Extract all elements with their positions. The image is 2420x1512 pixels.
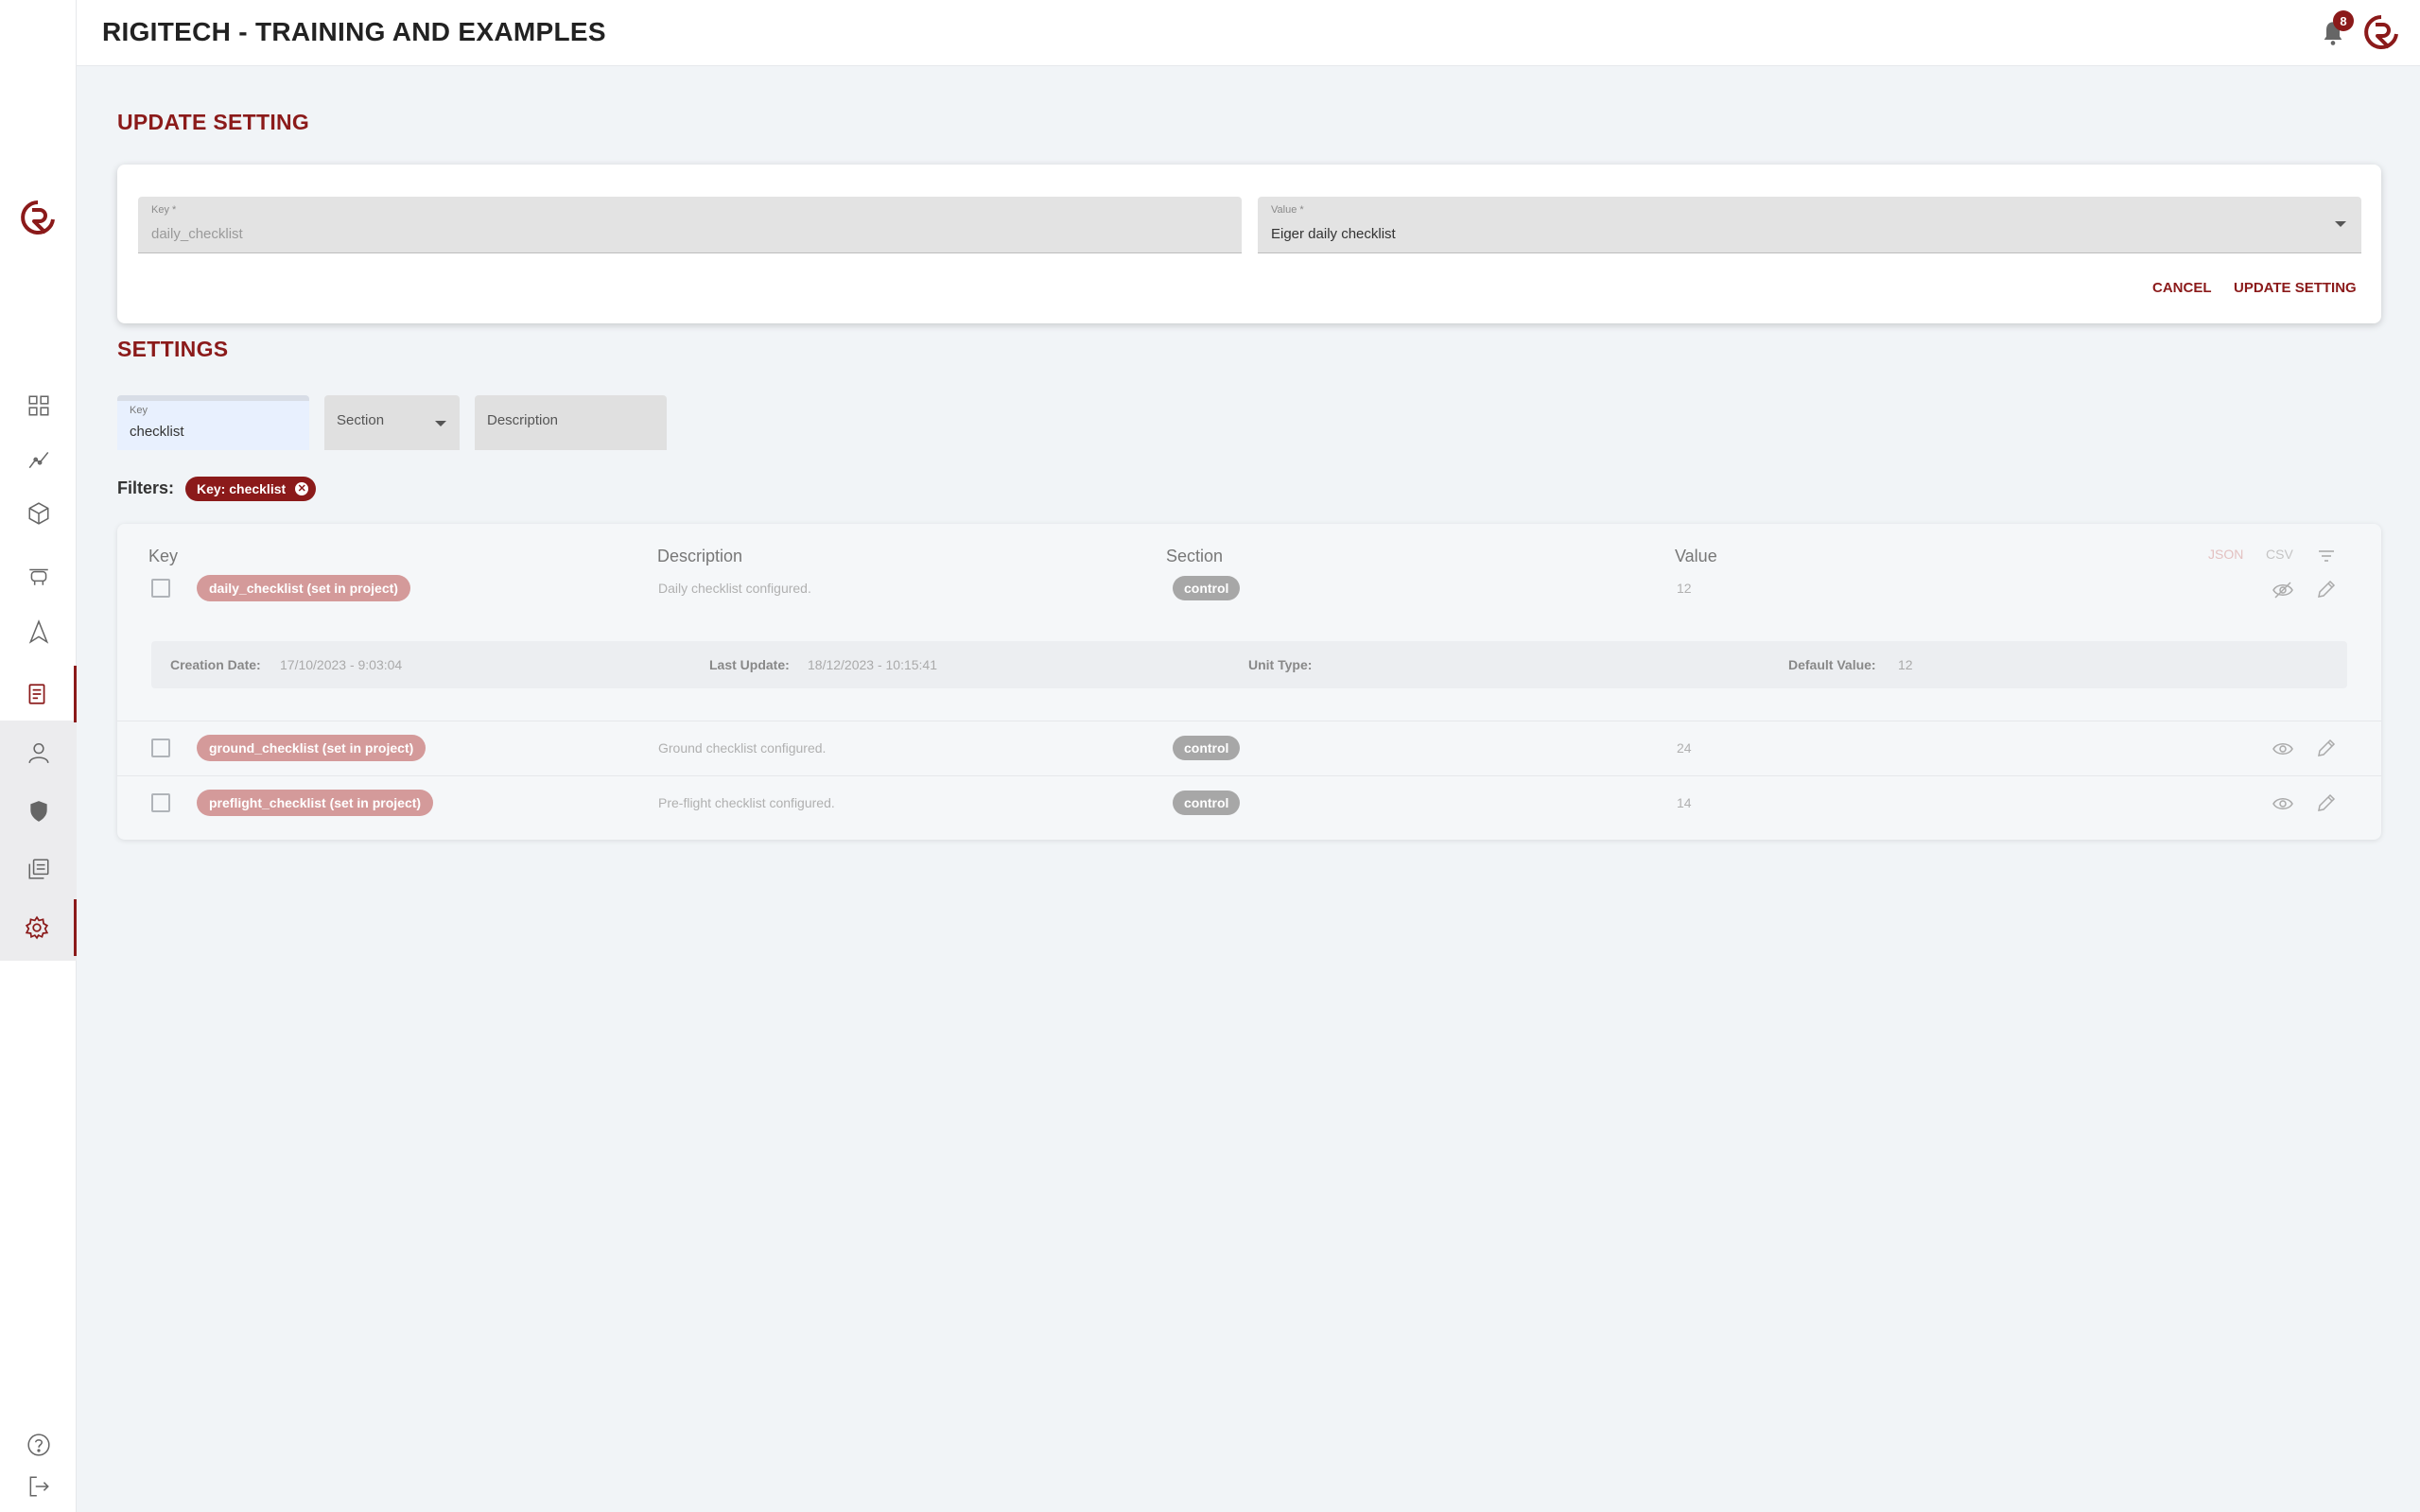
settings-table: Key Description Section Value JSON CSV d… [117,524,2381,840]
value-select-value: Eiger daily checklist [1271,226,1396,242]
sidebar-item-drones[interactable] [0,547,77,604]
update-setting-title: UPDATE SETTING [117,110,310,134]
row-checkbox[interactable] [151,579,170,598]
update-setting-card: Key * daily_checklist Value * Eiger dail… [117,165,2381,323]
unit-type-label: Unit Type: [1248,657,1313,672]
sidebar-item-users[interactable] [0,724,77,781]
default-value-value: 12 [1898,657,1913,672]
help-icon [26,1434,50,1456]
row-description: Daily checklist configured. [658,581,811,596]
logout-icon [29,1476,49,1497]
gear-icon [25,915,49,940]
pencil-icon[interactable] [2315,737,2338,759]
value-select[interactable]: Value * Eiger daily checklist [1258,197,2361,253]
sidebar-item-products[interactable] [0,485,77,542]
last-update-label: Last Update: [709,657,790,672]
export-json-button[interactable]: JSON [2208,547,2243,562]
filter-key-input[interactable]: Key checklist [117,395,309,450]
sidebar [0,0,77,1512]
creation-date-value: 17/10/2023 - 9:03:04 [280,657,403,672]
table-row[interactable]: preflight_checklist (set in project) Pre… [117,775,2381,830]
sidebar-item-navigation[interactable] [0,603,77,660]
chevron-down-icon [435,421,446,426]
section-badge: control [1173,576,1241,600]
row-checkbox[interactable] [151,793,170,812]
drone-icon [28,568,48,585]
update-setting-button[interactable]: UPDATE SETTING [2234,280,2357,296]
row-description: Pre-flight checklist configured. [658,795,835,810]
active-filter-chip: Key: checklist ✕ [185,477,317,501]
grid-icon [27,395,49,416]
key-pill: ground_checklist (set in project) [197,735,427,761]
sidebar-item-analytics[interactable] [0,431,77,488]
filter-key-value: checklist [130,424,184,440]
sidebar-item-settings[interactable] [0,899,77,956]
sidebar-item-documents[interactable] [0,666,77,722]
eye-icon[interactable] [2272,792,2294,815]
shield-icon [29,801,47,822]
key-pill: daily_checklist (set in project) [197,575,410,601]
value-select-label: Value * [1271,204,1304,216]
cancel-button[interactable]: CANCEL [2152,280,2212,296]
export-csv-button[interactable]: CSV [2266,547,2293,562]
settings-title: SETTINGS [117,337,229,361]
filter-description-input[interactable]: Description [475,395,667,450]
row-checkbox[interactable] [151,739,170,757]
eye-icon[interactable] [2272,738,2294,760]
filter-section-select[interactable]: Section [324,395,460,450]
section-badge: control [1173,791,1241,815]
table-row[interactable]: daily_checklist (set in project) Daily c… [117,562,2381,617]
last-update-value: 18/12/2023 - 10:15:41 [808,657,938,672]
rigitech-logo-icon [21,200,55,235]
cube-icon [27,502,49,525]
remove-filter-icon[interactable]: ✕ [295,482,309,495]
pencil-icon[interactable] [2315,578,2338,600]
sidebar-item-dashboard[interactable] [0,377,77,434]
filter-key-label: Key [130,405,148,416]
sidebar-item-security[interactable] [0,783,77,840]
key-field-value: daily_checklist [151,226,243,242]
default-value-label: Default Value: [1788,657,1876,672]
app-title: RIGITECH - TRAINING AND EXAMPLES [102,17,606,46]
sidebar-item-library[interactable] [0,841,77,897]
chart-line-icon [28,451,48,469]
active-filter-text: Key: checklist [197,481,287,496]
row-detail-panel: Creation Date: 17/10/2023 - 9:03:04 Last… [151,641,2347,688]
key-field[interactable]: Key * daily_checklist [138,197,1242,253]
pencil-icon[interactable] [2315,791,2338,814]
table-row[interactable]: ground_checklist (set in project) Ground… [117,721,2381,775]
chevron-down-icon [2335,221,2346,227]
key-field-label: Key * [151,204,177,216]
top-bar: RIGITECH - TRAINING AND EXAMPLES 8 [77,0,2420,66]
sidebar-item-logout[interactable] [0,1458,77,1512]
section-badge: control [1173,736,1241,760]
row-value: 12 [1677,581,1692,596]
row-description: Ground checklist configured. [658,740,827,756]
filters-label: Filters: [117,478,175,497]
library-icon [27,859,49,879]
arrow-icon [28,619,48,644]
user-icon [27,743,49,764]
key-pill: preflight_checklist (set in project) [197,790,434,816]
row-value: 14 [1677,795,1692,810]
rigitech-logo-icon[interactable] [2361,13,2401,53]
filter-section-placeholder: Section [337,412,385,428]
notification-badge: 8 [2333,10,2354,31]
document-icon [28,684,45,704]
row-value: 24 [1677,740,1692,756]
eye-off-icon[interactable] [2272,579,2294,601]
creation-date-label: Creation Date: [170,657,261,672]
filter-description-placeholder: Description [487,412,559,428]
